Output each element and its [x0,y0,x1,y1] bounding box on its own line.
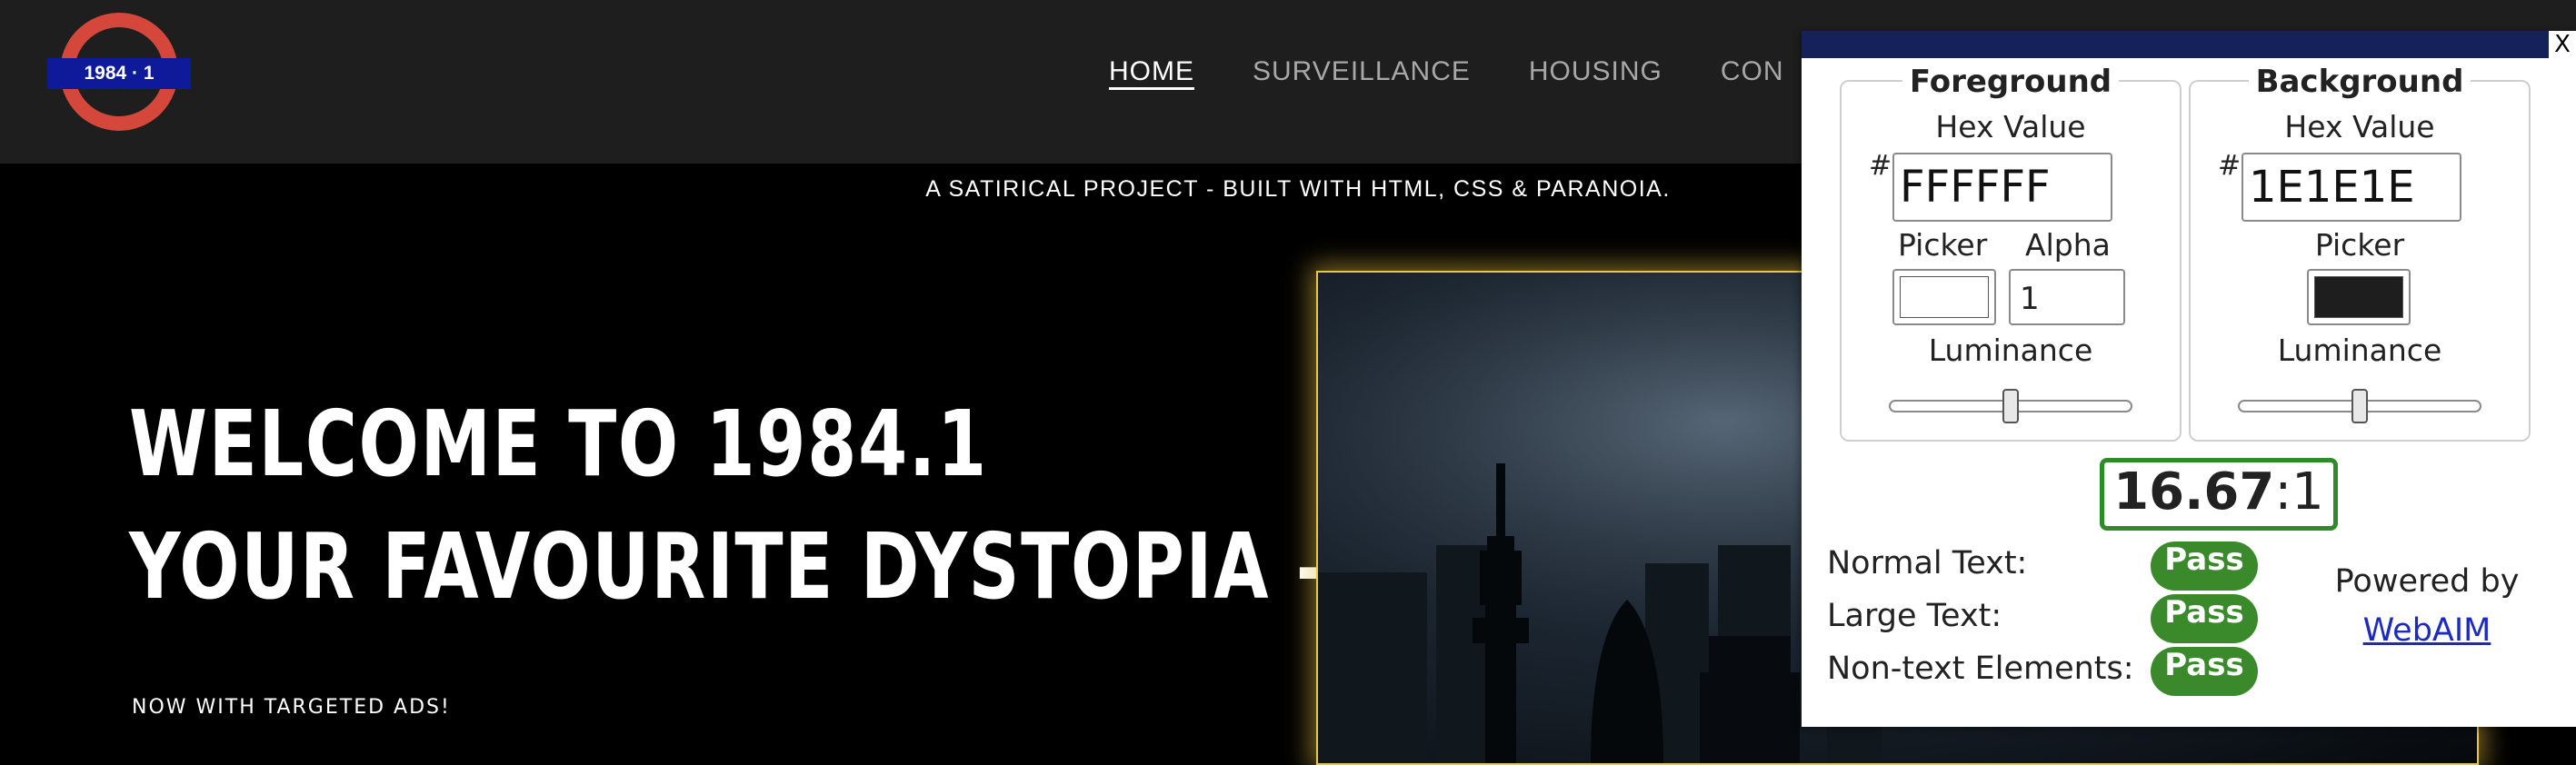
logo-roundel-bar: 1984 · 1 [47,58,191,89]
contrast-checker-panel: X Foreground Hex Value # FFFFFF Picker A… [1802,31,2576,727]
non-text-elements-pass-badge: Pass [2151,647,2258,696]
large-text-pass-badge: Pass [2151,594,2258,643]
webaim-link[interactable]: WebAIM [2318,612,2536,649]
foreground-legend: Foreground [1902,64,2120,100]
foreground-alpha-label: Alpha [2025,227,2111,263]
foreground-swatch-color [1900,276,1989,318]
close-button[interactable]: X [2549,31,2576,58]
foreground-hex-label: Hex Value [1935,109,2086,144]
hero-title-line-2: YOUR FAVOURITE DYSTOPIA — [129,513,1369,620]
nav-link-housing[interactable]: HOUSING [1529,56,1662,87]
background-picker-label: Picker [2314,227,2405,263]
large-text-label: Large Text: [1827,598,2002,634]
background-hash-symbol: # [2218,150,2242,182]
powered-by-text: Powered by [2334,563,2520,600]
foreground-luminance-slider[interactable] [1889,389,2132,423]
background-hex-label: Hex Value [2284,109,2435,144]
nav-link-home[interactable]: HOME [1109,56,1194,87]
background-group: Background Hex Value # 1E1E1E Picker Lum… [2189,64,2531,442]
non-text-elements-label: Non-text Elements: [1827,651,2134,687]
foreground-luminance-label: Luminance [1928,333,2093,368]
foreground-alpha-input[interactable]: 1 [2009,269,2125,325]
foreground-hex-input[interactable]: FFFFFF [1892,153,2112,222]
foreground-group: Foreground Hex Value # FFFFFF Picker Alp… [1840,64,2182,442]
background-luminance-label: Luminance [2277,333,2442,368]
nav-link-surveillance[interactable]: SURVEILLANCE [1253,56,1471,87]
background-luminance-slider[interactable] [2238,389,2481,423]
foreground-slider-thumb[interactable] [2002,389,2019,423]
normal-text-label: Normal Text: [1827,545,2028,581]
contrast-ratio-suffix: :1 [2274,462,2324,522]
contrast-ratio-value: 16.67 [2113,462,2275,522]
background-hex-input[interactable]: 1E1E1E [2242,153,2461,222]
panel-top-bar [1802,31,2576,58]
foreground-hash-symbol: # [1869,150,1892,182]
background-color-picker[interactable] [2307,269,2411,325]
foreground-color-picker[interactable] [1892,269,1996,325]
site-logo[interactable]: 1984 · 1 [47,13,191,131]
background-slider-thumb[interactable] [2351,389,2368,423]
hero-subtitle: NOW WITH TARGETED ADS! [132,696,451,719]
hero-title-line-1: WELCOME TO 1984.1 [129,391,988,497]
main-nav: HOME SURVEILLANCE HOUSING CON [1109,56,1784,87]
background-swatch-color [2314,276,2403,318]
nav-link-con[interactable]: CON [1721,56,1784,87]
normal-text-pass-badge: Pass [2151,541,2258,591]
background-legend: Background [2248,64,2471,100]
foreground-picker-label: Picker [1898,227,1988,263]
contrast-ratio-display: 16.67:1 [2100,458,2338,531]
